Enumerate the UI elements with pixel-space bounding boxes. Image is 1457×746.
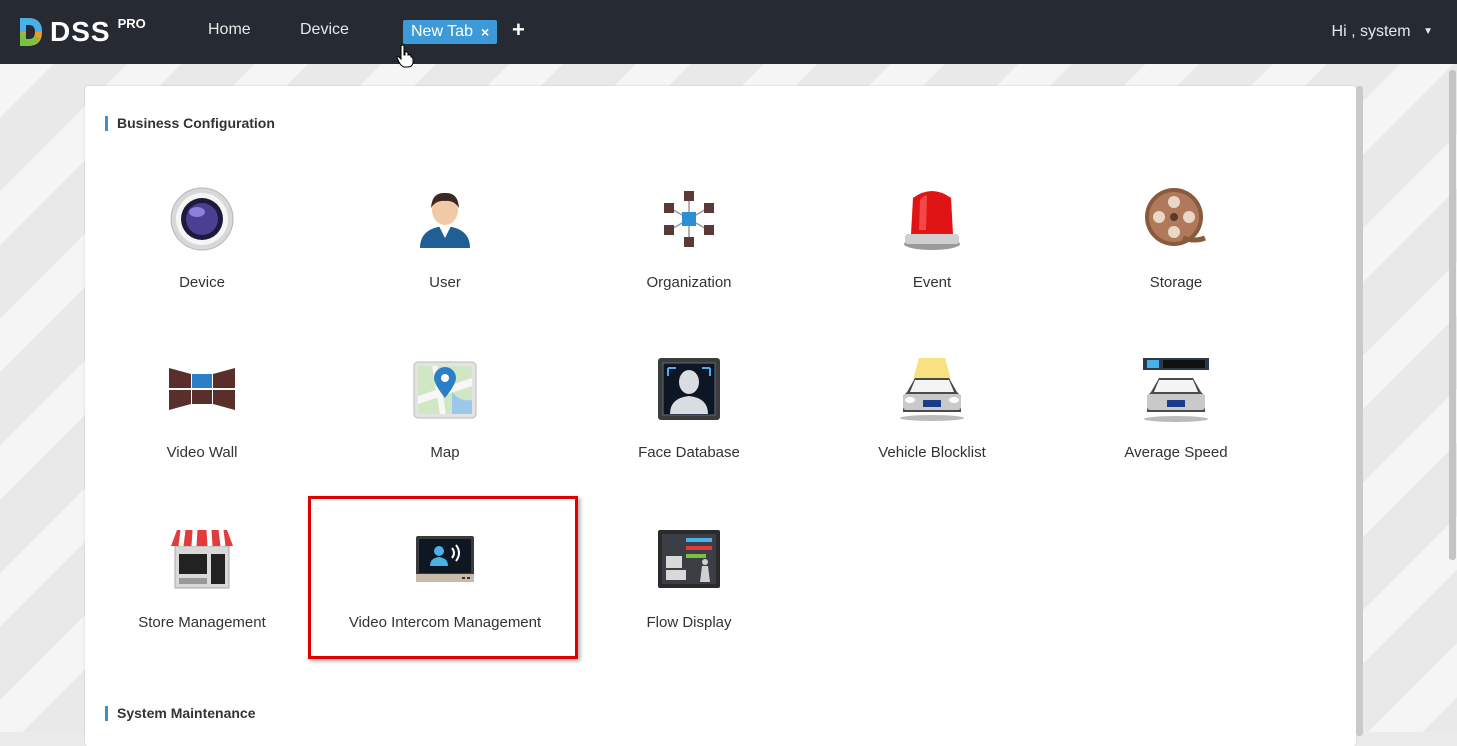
page-scrollbar[interactable] xyxy=(1449,70,1456,560)
user-icon xyxy=(420,192,470,248)
configuration-panel: Business Configuration Device User Organ… xyxy=(85,86,1356,746)
tile-user[interactable]: User xyxy=(345,186,545,316)
logo-pro-badge: PRO xyxy=(117,15,146,31)
top-navigation-bar: DSS PRO Home Device New Tab × + Hi , sys… xyxy=(0,0,1457,64)
tile-label: Device xyxy=(179,274,225,291)
tile-label: Event xyxy=(912,274,952,291)
dss-logo[interactable]: DSS PRO xyxy=(16,14,146,50)
tab-label: New Tab xyxy=(411,23,473,40)
chevron-down-icon: ▼ xyxy=(1423,26,1433,37)
store-icon xyxy=(171,529,233,589)
user-greeting: Hi , system xyxy=(1331,23,1411,40)
tile-label: Map xyxy=(430,444,460,461)
add-tab-button[interactable]: + xyxy=(512,17,525,43)
average-speed-icon xyxy=(1143,358,1209,422)
tile-label: Organization xyxy=(646,274,732,291)
flow-display-icon xyxy=(658,530,720,588)
tab-close-icon[interactable]: × xyxy=(481,20,489,44)
tile-event[interactable]: Event xyxy=(832,186,1032,316)
tile-map[interactable]: Map xyxy=(345,356,545,486)
tile-face-database[interactable]: Face Database xyxy=(589,356,789,486)
tile-average-speed[interactable]: Average Speed xyxy=(1076,356,1276,486)
tile-video-wall[interactable]: Video Wall xyxy=(102,356,302,486)
tile-label: Store Management xyxy=(138,614,266,631)
tile-label: Vehicle Blocklist xyxy=(878,444,986,461)
face-database-icon xyxy=(658,358,720,420)
alarm-beacon-icon xyxy=(904,191,960,250)
dss-logo-icon xyxy=(20,18,42,46)
organization-cubes-icon xyxy=(664,191,714,247)
logo-text: DSS xyxy=(50,16,111,47)
tile-device[interactable]: Device xyxy=(102,186,302,316)
panel-scrollbar[interactable] xyxy=(1356,86,1363,736)
film-reel-icon xyxy=(1145,188,1206,246)
tab-new-tab[interactable]: New Tab × xyxy=(403,20,498,44)
tile-label: Storage xyxy=(1149,274,1203,291)
tile-label: Face Database xyxy=(638,444,740,461)
tile-label: User xyxy=(429,274,461,291)
tile-vehicle-blocklist[interactable]: Vehicle Blocklist xyxy=(832,356,1032,486)
user-menu[interactable]: Hi , system ▼ xyxy=(1332,23,1433,41)
tile-label: Video Wall xyxy=(166,444,238,461)
device-lens-icon xyxy=(170,187,234,251)
section-title-system-maintenance: System Maintenance xyxy=(105,706,256,721)
tile-organization[interactable]: Organization xyxy=(589,186,789,316)
section-title-business-configuration: Business Configuration xyxy=(105,116,275,131)
vehicle-blocklist-icon xyxy=(900,358,964,421)
hand-cursor-icon xyxy=(396,44,414,68)
highlight-box xyxy=(308,496,578,659)
tile-label: Flow Display xyxy=(646,614,732,631)
nav-device[interactable]: Device xyxy=(300,21,349,39)
tile-storage[interactable]: Storage xyxy=(1076,186,1276,316)
tile-flow-display[interactable]: Flow Display xyxy=(589,526,789,656)
nav-home[interactable]: Home xyxy=(208,21,251,39)
tile-store-management[interactable]: Store Management xyxy=(102,526,302,656)
map-pin-icon xyxy=(413,361,477,419)
tile-label: Average Speed xyxy=(1124,444,1228,461)
video-wall-icon xyxy=(169,368,235,410)
